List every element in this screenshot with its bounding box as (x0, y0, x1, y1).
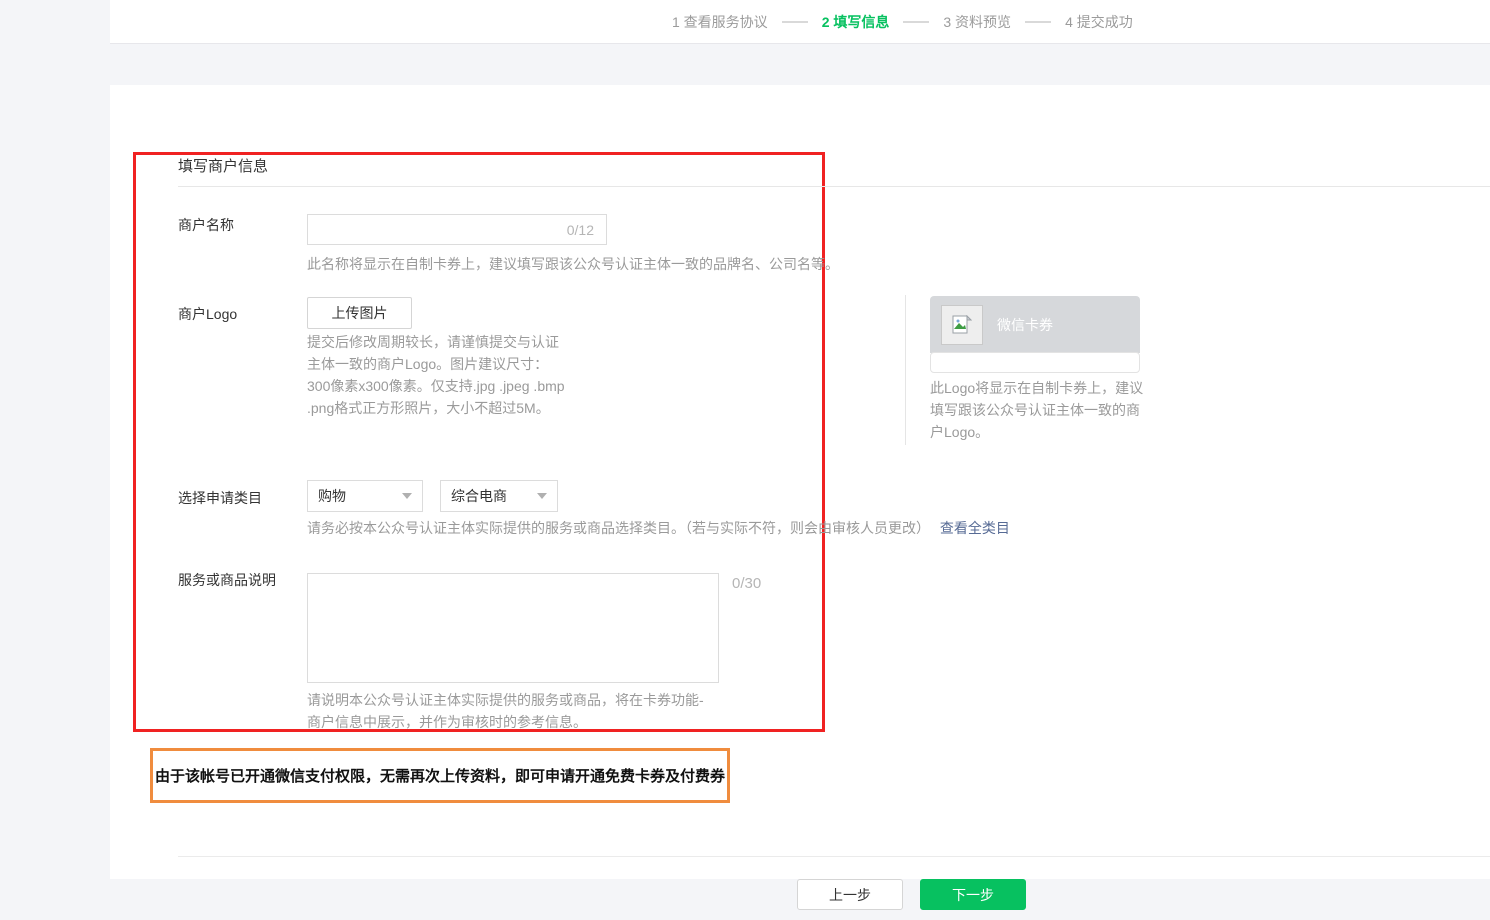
step-3-preview: 3 资料预览 (943, 12, 1011, 32)
category-help-row: 请务必按本公众号认证主体实际提供的服务或商品选择类目。（若与实际不符，则会由审核… (307, 517, 1010, 539)
preview-card-body (930, 352, 1140, 373)
merchant-name-input-wrap: 0/12 (307, 214, 607, 245)
merchant-name-counter: 0/12 (567, 222, 594, 238)
category-primary-select[interactable]: 购物 (307, 480, 423, 512)
preview-card-title: 微信卡券 (997, 315, 1053, 335)
broken-image-icon (952, 315, 972, 335)
upload-image-button[interactable]: 上传图片 (307, 297, 412, 329)
logo-placeholder (941, 305, 983, 345)
next-step-button[interactable]: 下一步 (920, 879, 1026, 910)
chevron-down-icon (537, 493, 547, 499)
payment-notice-text: 由于该帐号已开通微信支付权限，无需再次上传资料，即可申请开通免费卡券及付费券 (155, 765, 725, 786)
step-4-success: 4 提交成功 (1065, 12, 1133, 32)
merchant-logo-help: 提交后修改周期较长，请谨慎提交与认证主体一致的商户Logo。图片建议尺寸：300… (307, 331, 569, 419)
section-divider (178, 186, 1490, 187)
merchant-name-label: 商户名称 (178, 215, 234, 235)
step-1-view-agreement: 1 查看服务协议 (672, 12, 768, 32)
payment-notice-box: 由于该帐号已开通微信支付权限，无需再次上传资料，即可申请开通免费卡券及付费券 (150, 748, 730, 803)
description-help: 请说明本公众号认证主体实际提供的服务或商品，将在卡券功能-商户信息中展示，并作为… (307, 689, 717, 733)
step-dash (1025, 21, 1051, 23)
merchant-name-input[interactable] (320, 222, 567, 238)
category-secondary-value: 综合电商 (451, 486, 529, 506)
chevron-down-icon (402, 493, 412, 499)
step-dash (782, 21, 808, 23)
step-2-fill-info: 2 填写信息 (822, 12, 890, 32)
preview-divider (905, 295, 906, 445)
previous-step-button[interactable]: 上一步 (797, 879, 903, 910)
progress-stepper: 1 查看服务协议 2 填写信息 3 资料预览 4 提交成功 (672, 0, 1133, 44)
description-counter: 0/30 (732, 575, 761, 592)
description-label: 服务或商品说明 (178, 570, 276, 590)
top-bar: 1 查看服务协议 2 填写信息 3 资料预览 4 提交成功 (110, 0, 1490, 44)
merchant-name-help: 此名称将显示在自制卡券上，建议填写跟该公众号认证主体一致的品牌名、公司名等。 (307, 253, 839, 275)
view-all-categories-link[interactable]: 查看全类目 (940, 520, 1010, 536)
category-label: 选择申请类目 (178, 488, 262, 508)
category-help: 请务必按本公众号认证主体实际提供的服务或商品选择类目。（若与实际不符，则会由审核… (307, 520, 930, 536)
main-content-card: 填写商户信息 商户名称 0/12 此名称将显示在自制卡券上，建议填写跟该公众号认… (110, 85, 1490, 879)
section-title: 填写商户信息 (178, 155, 268, 176)
step-dash (903, 21, 929, 23)
category-secondary-select[interactable]: 综合电商 (440, 480, 558, 512)
description-textarea-wrap (307, 573, 719, 683)
card-preview: 微信卡券 (930, 296, 1140, 353)
description-textarea[interactable] (308, 574, 718, 682)
merchant-logo-label: 商户Logo (178, 304, 237, 324)
preview-help-text: 此Logo将显示在自制卡券上，建议填写跟该公众号认证主体一致的商户Logo。 (930, 377, 1150, 443)
footer-divider (178, 856, 1490, 857)
category-primary-value: 购物 (318, 486, 394, 506)
